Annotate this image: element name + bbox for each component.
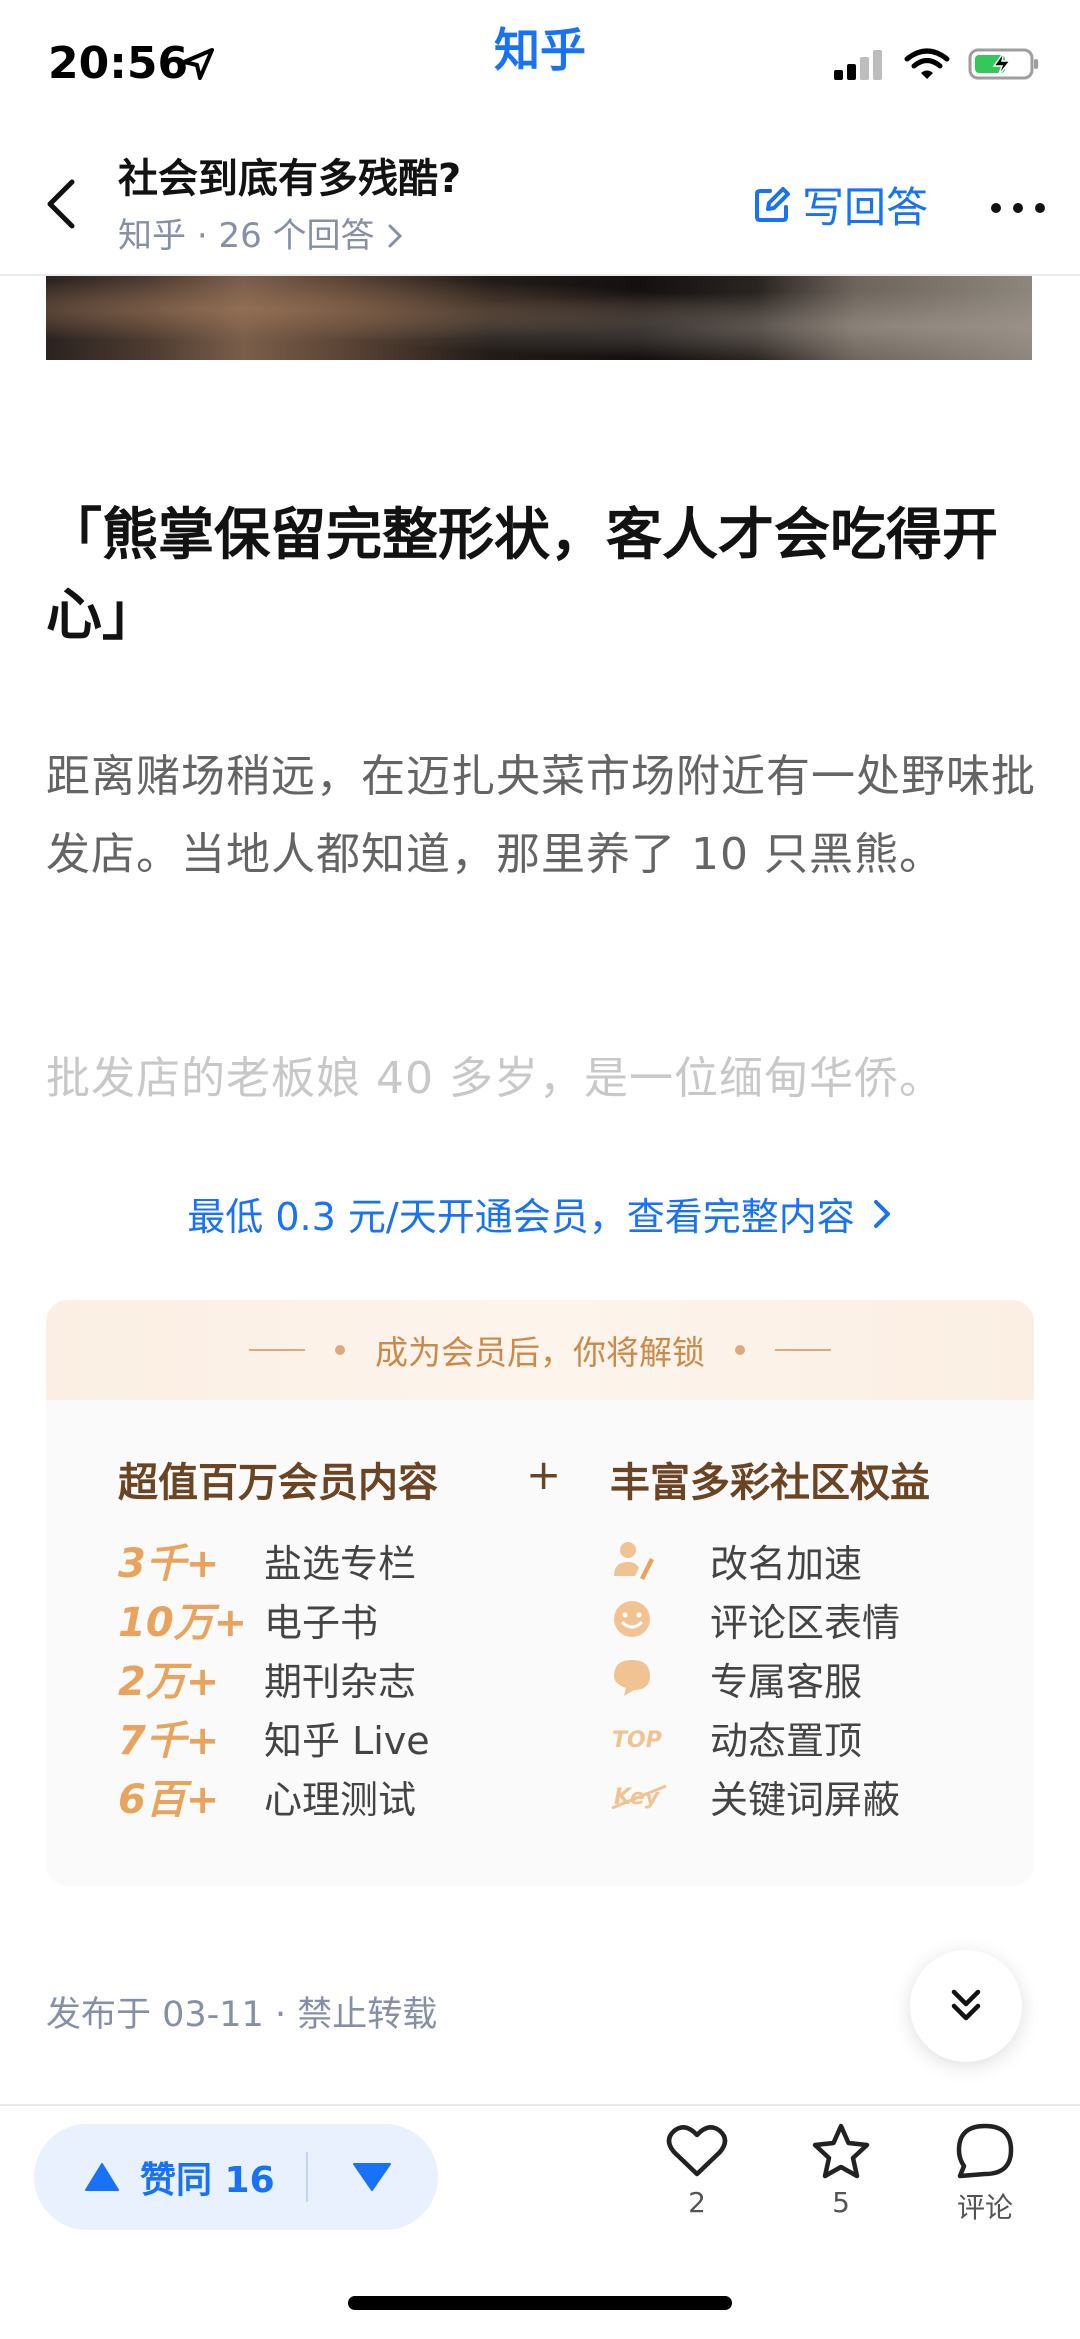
content-count: 2万+	[118, 1659, 220, 1705]
upvote-button[interactable]: 赞同 16	[84, 2124, 275, 2230]
content-item: 10万+ 电子书	[118, 1591, 378, 1647]
downvote-triangle-icon	[353, 2163, 391, 2191]
back-arrow-icon[interactable]	[42, 174, 82, 234]
comment-button[interactable]: 评论	[930, 2122, 1040, 2226]
perk-item: Key 关键词屏蔽	[610, 1768, 900, 1824]
content-count: 7千+	[118, 1718, 220, 1764]
content-item: 3千+ 盐选专栏	[118, 1532, 416, 1588]
vote-divider	[306, 2152, 308, 2202]
favorite-count: 5	[832, 2186, 850, 2219]
plus-sign: +	[526, 1450, 562, 1499]
perk-label: 专属客服	[710, 1659, 863, 1704]
status-bar: 20:56 知乎	[0, 0, 1080, 130]
more-options-icon[interactable]	[990, 202, 1046, 214]
community-benefits-title: 丰富多彩社区权益	[610, 1460, 930, 1506]
keyword-icon: Key	[611, 1784, 667, 1810]
publish-info: 发布于 03-11 · 禁止转载	[46, 1995, 438, 2035]
perk-item: TOP 动态置顶	[610, 1709, 862, 1765]
perk-label: 改名加速	[710, 1541, 863, 1586]
perk-label: 评论区表情	[710, 1600, 901, 1645]
content-benefits-title: 超值百万会员内容	[118, 1460, 438, 1506]
divider-dot	[335, 1345, 345, 1355]
rename-icon	[614, 1542, 654, 1580]
content-label: 电子书	[264, 1600, 379, 1645]
article-paragraph: 距离赌场稍远，在迈扎央菜市场附近有一处野味批发店。当地人都知道，那里养了 10 …	[46, 751, 1036, 880]
comment-label: 评论	[956, 2191, 1013, 2224]
perk-item: 改名加速	[610, 1532, 862, 1588]
cellular-signal-icon	[834, 50, 882, 80]
status-indicators	[834, 44, 1040, 84]
star-icon	[812, 2123, 870, 2179]
emoji-icon	[614, 1601, 650, 1637]
like-button[interactable]: 2	[642, 2122, 752, 2219]
double-chevron-down-icon	[951, 1989, 981, 2021]
vote-pill: 赞同 16	[34, 2124, 438, 2230]
top-badge-text: TOP	[612, 1728, 662, 1753]
downvote-button[interactable]	[352, 2160, 392, 2198]
write-answer-label: 写回答	[802, 183, 929, 232]
wifi-icon	[904, 48, 950, 79]
like-count: 2	[688, 2186, 706, 2219]
divider-dot	[735, 1345, 745, 1355]
content-count: 10万+	[118, 1600, 248, 1646]
article-image[interactable]	[46, 276, 1032, 360]
upvote-label: 赞同 16	[140, 2160, 275, 2201]
chevron-right-icon	[873, 1199, 890, 1228]
divider-line	[249, 1349, 305, 1351]
battery-charging-icon	[968, 48, 1038, 80]
perk-item: 评论区表情	[610, 1591, 900, 1647]
next-answer-button[interactable]	[910, 1950, 1022, 2062]
source-label: 知乎	[118, 216, 186, 256]
service-icon	[614, 1660, 650, 1696]
top-icon: TOP	[612, 1728, 662, 1753]
heart-icon	[666, 2125, 728, 2177]
membership-header-text: 成为会员后，你将解锁	[375, 1333, 705, 1372]
member-unlock-text: 最低 0.3 元/天开通会员，查看完整内容	[187, 1195, 855, 1239]
perk-label: 关键词屏蔽	[710, 1777, 901, 1822]
content-item: 7千+ 知乎 Live	[118, 1709, 430, 1765]
question-title[interactable]: 社会到底有多残酷?	[118, 146, 461, 204]
content-item: 6百+ 心理测试	[118, 1768, 416, 1824]
chevron-right-icon	[388, 224, 403, 248]
content-label: 期刊杂志	[264, 1659, 417, 1704]
meta-separator: ·	[196, 216, 208, 256]
content-label: 盐选专栏	[264, 1541, 417, 1586]
divider-line	[775, 1349, 831, 1351]
membership-card-header: 成为会员后，你将解锁	[46, 1300, 1034, 1400]
member-unlock-link[interactable]: 最低 0.3 元/天开通会员，查看完整内容	[0, 1186, 1080, 1241]
content-label: 心理测试	[264, 1777, 417, 1822]
comment-bubble-icon	[956, 2123, 1014, 2179]
membership-card[interactable]: 成为会员后，你将解锁 超值百万会员内容 + 丰富多彩社区权益 3千+ 盐选专栏 …	[46, 1300, 1034, 1886]
edit-icon	[755, 186, 790, 222]
write-answer-button[interactable]: 写回答	[752, 174, 928, 235]
content-item: 2万+ 期刊杂志	[118, 1650, 416, 1706]
home-indicator	[348, 2296, 732, 2310]
perk-item: 专属客服	[610, 1650, 862, 1706]
answer-count: 26 个回答	[218, 216, 375, 256]
favorite-button[interactable]: 5	[786, 2122, 896, 2219]
question-meta[interactable]: 知乎 · 26 个回答	[118, 208, 405, 257]
upvote-triangle-icon	[85, 2163, 119, 2191]
content-label: 知乎 Live	[264, 1718, 430, 1763]
content-count: 6百+	[118, 1777, 220, 1823]
article-paragraph-faded: 批发店的老板娘 40 多岁，是一位缅甸华侨。	[46, 1053, 944, 1104]
perk-label: 动态置顶	[710, 1718, 863, 1763]
content-count: 3千+	[118, 1541, 220, 1587]
section-heading: 「熊掌保留完整形状，客人才会吃得开心」	[46, 503, 998, 648]
nav-bar: 社会到底有多残酷? 知乎 · 26 个回答 写回答	[0, 130, 1080, 276]
